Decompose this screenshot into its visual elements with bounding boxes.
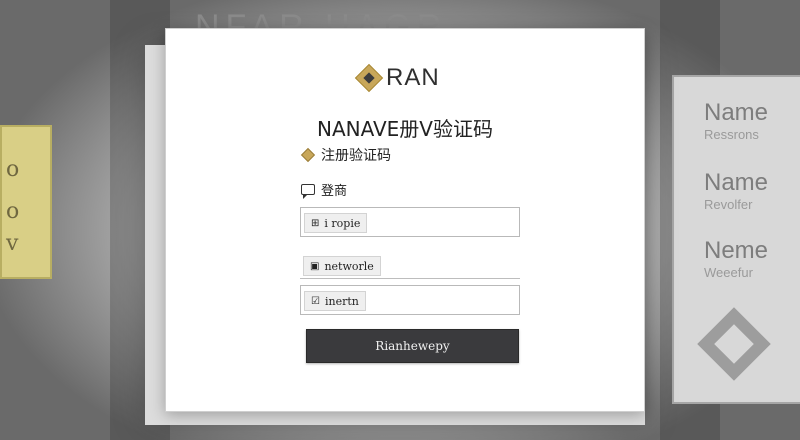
background-card-row: Neme Weeefur [704,237,768,280]
background-card-word: Name Revolfer [704,169,769,212]
field-value: inertn [324,294,359,308]
diamond-bullet-icon [300,147,316,163]
section-label-text: 登商 [321,184,348,199]
form-subtitle-text: 注册验证码 [321,148,391,164]
brand-name: RAN [386,64,440,91]
input-field-3[interactable]: ☑ inertn [300,285,520,315]
field-value: i ropie [324,216,361,230]
background-card-word: Neme Weeefur [704,237,769,280]
grid-icon: ⊞ [311,217,320,229]
field-chip: ⊞ i ropie [304,213,368,233]
background-glyph: o [6,157,20,182]
input-field-1[interactable]: ⊞ i ropie [300,207,520,237]
input-field-2[interactable]: ▣ networle [300,251,520,279]
square-icon: ▣ [310,260,320,272]
background-card-word: Name Ressrons [704,99,769,142]
background-card-row: Name Revolfer [704,169,768,212]
chat-bubble-icon [301,184,315,199]
background-left-panel: o o v [0,125,52,279]
background-glyph: o [6,199,20,224]
field-chip: ▣ networle [303,256,381,276]
brand-logo: RAN [354,63,440,93]
submit-button[interactable]: Rianhewepy [306,329,519,363]
field-value: networle [324,259,374,273]
checkbox-icon: ☑ [311,295,320,307]
page-title: NANAVE册V验证码 [316,117,493,141]
field-chip: ☑ inertn [304,291,366,311]
form-subtitle: 注册验证码 [300,145,391,165]
section-label: 登商 [301,180,347,199]
background-glyph: v [6,231,19,256]
background-card-row: Name Ressrons [704,99,768,142]
diamond-logo-icon [354,63,384,93]
registration-card: RAN NANAVE册V验证码 注册验证码 登商 ⊞ i ropie ▣ net… [165,28,645,412]
